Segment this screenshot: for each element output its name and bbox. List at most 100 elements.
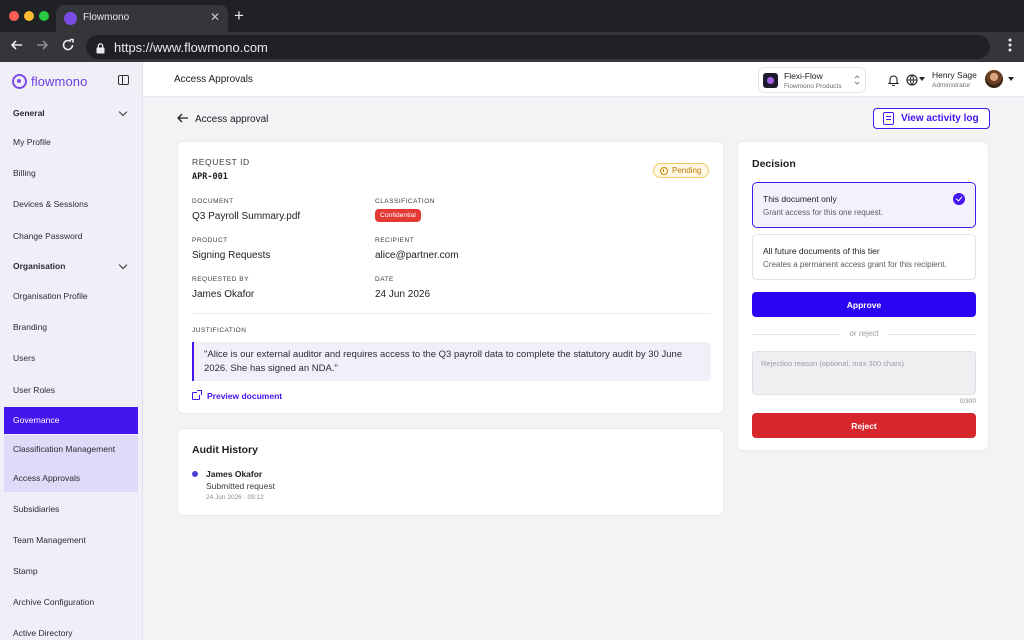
sidebar-item-access-approvals[interactable]: Access Approvals — [4, 464, 138, 492]
justification-label: JUSTIFICATION — [192, 327, 247, 334]
tab-close-icon[interactable]: ✕ — [210, 10, 220, 24]
view-activity-log-button[interactable]: View activity log — [873, 108, 990, 129]
clock-icon — [660, 167, 668, 175]
flowmono-favicon-icon — [64, 12, 77, 25]
sidebar-item-label: Devices & Sessions — [13, 199, 89, 209]
activity-button-label: View activity log — [901, 113, 979, 124]
sidebar-collapse-icon[interactable] — [118, 75, 129, 85]
url-text: https://www.flowmono.com — [114, 40, 268, 55]
user-role: Administrator — [932, 82, 971, 89]
product-value: Signing Requests — [192, 250, 271, 261]
option-description: Creates a permanent access grant for thi… — [763, 260, 947, 269]
sidebar-item-team-management[interactable]: Team Management — [4, 527, 138, 554]
sidebar-section-label: Organisation — [13, 261, 66, 271]
status-badge: Pending — [653, 163, 710, 178]
workspace-switcher[interactable]: Flexi-Flow Flowmono Products — [758, 67, 866, 93]
sidebar-item-label: User Roles — [13, 385, 56, 395]
sidebar-item-governance[interactable]: Governance — [4, 407, 138, 434]
back-link[interactable]: Access approval — [177, 112, 268, 126]
sidebar-item-archive-configuration[interactable]: Archive Configuration — [4, 589, 138, 616]
brand-logo[interactable]: flowmono — [12, 72, 87, 90]
brand-name: flowmono — [31, 73, 88, 89]
sidebar-item-change-password[interactable]: Change Password — [4, 223, 138, 250]
page-title: Access Approvals — [174, 74, 253, 85]
sidebar-item-user-roles[interactable]: User Roles — [4, 377, 138, 404]
sidebar-item-active-directory[interactable]: Active Directory — [4, 620, 138, 640]
sidebar-item-label: Billing — [13, 168, 36, 178]
sidebar-section-label: General — [13, 108, 45, 118]
workspace-subtitle: Flowmono Products — [784, 83, 842, 90]
forward-nav-icon[interactable] — [33, 38, 51, 56]
address-bar[interactable]: https://www.flowmono.com — [86, 35, 990, 59]
classification-label: CLASSIFICATION — [375, 198, 435, 205]
chevron-down-icon — [118, 107, 128, 117]
audit-entry-name: James Okafor — [206, 469, 263, 479]
back-label: Access approval — [195, 113, 269, 125]
sidebar: flowmono General My Profile Billing Devi… — [0, 62, 143, 640]
window-maximize-control[interactable] — [39, 11, 49, 21]
sidebar-item-subsidiaries[interactable]: Subsidiaries — [4, 496, 138, 523]
option-title: All future documents of this tier — [763, 246, 880, 256]
top-header: Access Approvals Flexi-Flow Flowmono Pro… — [143, 62, 1024, 97]
option-description: Grant access for this one request. — [763, 208, 884, 217]
requested-by-label: REQUESTED BY — [192, 276, 249, 283]
preview-link-label: Preview document — [207, 391, 283, 401]
recipient-label: RECIPIENT — [375, 237, 415, 244]
audit-history-title: Audit History — [192, 444, 258, 456]
browser-tab-strip: Flowmono ✕ + — [0, 0, 1024, 32]
sidebar-item-label: Classification Management — [13, 444, 116, 454]
globe-icon[interactable] — [906, 73, 918, 91]
back-nav-icon[interactable] — [8, 38, 26, 56]
sidebar-section-organisation[interactable]: Organisation — [4, 253, 138, 280]
classification-badge: Confidential — [375, 209, 421, 222]
activity-log-icon — [883, 112, 894, 125]
divider — [192, 313, 711, 314]
reload-icon[interactable] — [59, 38, 77, 56]
browser-menu-icon[interactable] — [1008, 38, 1012, 56]
product-label: PRODUCT — [192, 237, 228, 244]
sidebar-item-stamp[interactable]: Stamp — [4, 558, 138, 585]
request-details-card: REQUEST ID APR-001 Pending DOCUMENT Q3 P… — [177, 141, 724, 414]
reject-button[interactable]: Reject — [752, 413, 976, 438]
bell-icon[interactable] — [887, 73, 900, 91]
sidebar-item-devices-sessions[interactable]: Devices & Sessions — [4, 191, 138, 218]
external-link-icon — [192, 390, 202, 400]
user-name[interactable]: Henry Sage — [932, 70, 977, 80]
sidebar-item-label: Organisation Profile — [13, 291, 88, 301]
option-all-future-documents[interactable]: All future documents of this tier Create… — [752, 234, 976, 280]
sidebar-item-classification-management[interactable]: Classification Management — [4, 435, 138, 464]
browser-toolbar: https://www.flowmono.com — [0, 32, 1024, 62]
window-minimize-control[interactable] — [24, 11, 34, 21]
recipient-value: alice@partner.com — [375, 250, 459, 261]
arrow-left-icon — [177, 113, 189, 125]
browser-tab[interactable]: Flowmono ✕ — [56, 5, 228, 32]
date-label: DATE — [375, 276, 394, 283]
lock-icon — [96, 41, 105, 59]
sidebar-item-label: Access Approvals — [13, 473, 81, 483]
window-close-control[interactable] — [9, 11, 19, 21]
language-caret-icon[interactable] — [919, 77, 925, 81]
workspace-name: Flexi-Flow — [784, 71, 823, 81]
sidebar-item-label: Stamp — [13, 566, 38, 576]
sidebar-section-general[interactable]: General — [4, 100, 138, 127]
user-menu-caret-icon[interactable] — [1008, 77, 1014, 81]
new-tab-icon[interactable]: + — [234, 6, 244, 26]
sidebar-item-my-profile[interactable]: My Profile — [4, 129, 138, 156]
sidebar-item-billing[interactable]: Billing — [4, 160, 138, 187]
preview-document-link[interactable]: Preview document — [192, 390, 283, 401]
rejection-reason-input[interactable] — [752, 351, 976, 395]
justification-quote: "Alice is our external auditor and requi… — [192, 342, 711, 381]
chevron-up-down-icon — [854, 74, 860, 88]
sidebar-item-branding[interactable]: Branding — [4, 314, 138, 341]
check-circle-icon — [953, 193, 965, 205]
approve-button[interactable]: Approve — [752, 292, 976, 317]
sidebar-item-users[interactable]: Users — [4, 345, 138, 372]
sidebar-item-label: Team Management — [13, 535, 86, 545]
request-id-value: APR-001 — [192, 172, 228, 182]
sidebar-item-organisation-profile[interactable]: Organisation Profile — [4, 283, 138, 310]
avatar[interactable] — [985, 70, 1003, 88]
status-label: Pending — [672, 166, 702, 175]
character-counter: 0/300 — [959, 398, 976, 405]
option-this-document-only[interactable]: This document only Grant access for this… — [752, 182, 976, 228]
sidebar-item-label: Users — [13, 353, 36, 363]
